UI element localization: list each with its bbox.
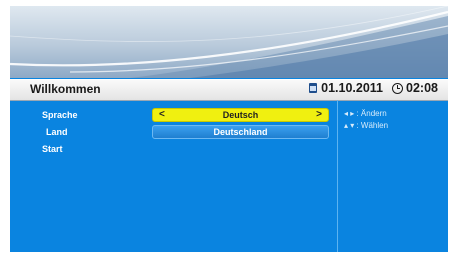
label-sprache[interactable]: Sprache — [42, 109, 78, 126]
arrow-left-icon[interactable]: < — [159, 109, 165, 121]
wave-graphic — [10, 6, 448, 78]
calendar-icon — [309, 83, 318, 93]
header-banner — [10, 6, 448, 78]
page-title: Willkommen — [30, 82, 101, 96]
language-selector[interactable]: < Deutsch > — [152, 108, 329, 122]
language-value: Deutsch — [222, 110, 259, 120]
tv-screen: Willkommen 01.10.2011 02:08 Sprache Land… — [10, 6, 448, 252]
clock-icon — [392, 82, 404, 94]
time-text: 02:08 — [406, 81, 438, 95]
title-bar: Willkommen 01.10.2011 02:08 — [10, 79, 448, 101]
settings-panel: Sprache Land Start < Deutsch > Deutschla… — [10, 100, 448, 252]
country-selector[interactable]: Deutschland — [152, 125, 329, 139]
label-land[interactable]: Land — [42, 126, 78, 143]
help-panel: ◂ ▸ : Ändern ▴ ▾ : Wählen — [344, 108, 388, 132]
country-value: Deutschland — [213, 127, 268, 137]
panel-divider — [337, 100, 338, 252]
arrow-right-icon[interactable]: > — [316, 109, 322, 121]
help-select: ▴ ▾ : Wählen — [344, 121, 389, 130]
date-text: 01.10.2011 — [321, 81, 384, 95]
date-time-display: 01.10.2011 02:08 — [309, 81, 438, 95]
help-change: ◂ ▸ : Ändern — [344, 109, 387, 118]
label-start[interactable]: Start — [42, 143, 78, 160]
settings-labels: Sprache Land Start — [42, 109, 78, 160]
